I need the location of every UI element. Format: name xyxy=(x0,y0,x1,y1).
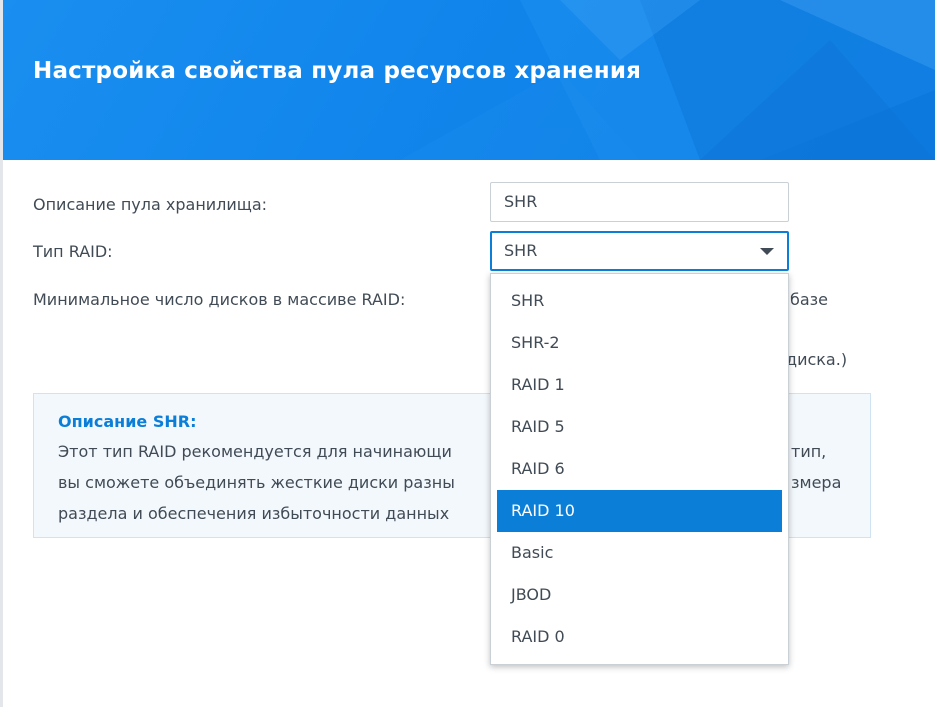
raid-description-title: Описание SHR: xyxy=(58,412,197,431)
raid-type-select[interactable]: SHR xyxy=(490,231,789,271)
dropdown-option-basic[interactable]: Basic xyxy=(497,532,782,574)
raid-description-line: Этот тип RAID рекомендуется для начинающ… xyxy=(58,442,452,461)
raid-description-fragment: тип, xyxy=(791,442,827,461)
description-input[interactable]: SHR xyxy=(490,182,789,222)
dropdown-option-raid-10[interactable]: RAID 10 xyxy=(497,490,782,532)
header-banner: Настройка свойства пула ресурсов хранени… xyxy=(0,0,935,160)
dropdown-option-raid-5[interactable]: RAID 5 xyxy=(497,406,782,448)
min-disks-value-fragment-1: базе xyxy=(790,290,829,309)
left-border xyxy=(0,0,3,707)
min-disks-label: Минимальное число дисков в массиве RAID: xyxy=(33,290,406,309)
dropdown-option-raid-1[interactable]: RAID 1 xyxy=(497,364,782,406)
raid-description-line: вы сможете объединять жесткие диски разн… xyxy=(58,473,455,492)
dropdown-option-jbod[interactable]: JBOD xyxy=(497,574,782,616)
raid-type-dropdown-list[interactable]: SHR SHR-2 RAID 1 RAID 5 RAID 6 RAID 10 B… xyxy=(490,273,789,665)
raid-description-fragment: змера xyxy=(791,473,842,492)
raid-description-line: раздела и обеспечения избыточности данны… xyxy=(58,504,450,523)
dropdown-option-raid-6[interactable]: RAID 6 xyxy=(497,448,782,490)
description-label: Описание пула хранилища: xyxy=(33,195,268,214)
page-title: Настройка свойства пула ресурсов хранени… xyxy=(33,58,642,84)
caret-down-icon[interactable] xyxy=(760,248,774,255)
raid-type-label: Тип RAID: xyxy=(33,242,113,261)
raid-type-selected-value: SHR xyxy=(504,241,538,260)
dropdown-option-raid-0[interactable]: RAID 0 xyxy=(497,616,782,658)
dropdown-option-shr-2[interactable]: SHR-2 xyxy=(497,322,782,364)
dropdown-option-shr[interactable]: SHR xyxy=(497,280,782,322)
min-disks-value-fragment-2: диска.) xyxy=(786,350,848,369)
